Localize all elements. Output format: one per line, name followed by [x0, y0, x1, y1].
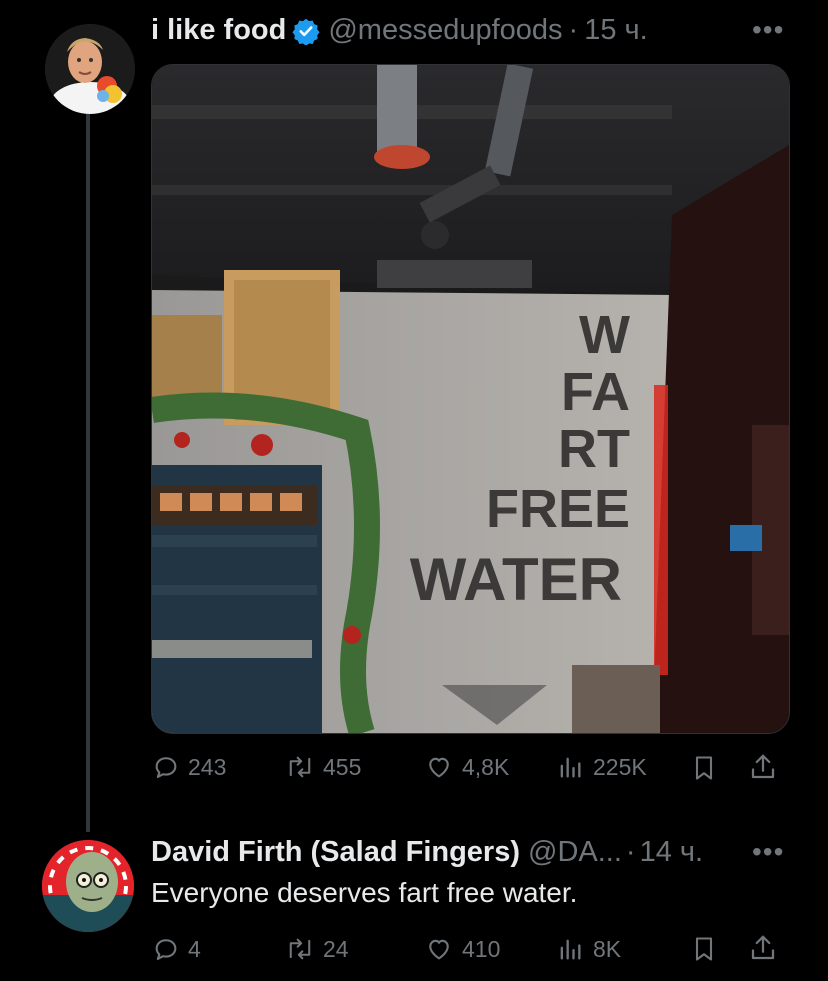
more-dots-icon[interactable]: ••• — [752, 836, 784, 868]
like-button[interactable]: 4,8K — [424, 753, 509, 781]
reply-header: David Firth (Salad Fingers) @DA... · 14 … — [151, 836, 703, 869]
heart-icon — [429, 939, 449, 960]
reply-count: 4 — [188, 935, 201, 962]
repost-arrows-icon — [289, 756, 311, 778]
share-upload-icon — [751, 935, 775, 960]
heart-icon — [429, 757, 449, 778]
views-button[interactable]: 8K — [555, 935, 621, 963]
reply-button[interactable]: 4 — [152, 935, 201, 963]
handle[interactable]: @DA... — [528, 836, 622, 869]
like-count: 410 — [462, 935, 501, 962]
reply-button[interactable]: 243 — [152, 753, 226, 781]
views-count: 8K — [593, 935, 622, 962]
avatar[interactable] — [42, 840, 134, 932]
display-name[interactable]: i like food — [151, 14, 286, 47]
separator-dot: · — [568, 14, 579, 46]
display-name[interactable]: David Firth (Salad Fingers) — [151, 836, 520, 869]
repost-arrows-icon — [289, 938, 311, 960]
sign-line-5: WATER — [410, 546, 622, 613]
share-button[interactable] — [748, 933, 786, 963]
repost-button[interactable]: 455 — [285, 753, 361, 781]
handle[interactable]: @messedupfoods — [328, 14, 562, 47]
bookmark-button[interactable] — [690, 753, 726, 783]
bookmark-button[interactable] — [690, 934, 726, 964]
tweet-header: i like food @messedupfoods · 15 ч. — [151, 14, 648, 47]
sign-line-2: FA — [561, 362, 630, 422]
like-button[interactable]: 410 — [424, 935, 500, 963]
repost-count: 24 — [323, 935, 349, 962]
thread-connector-line — [86, 114, 90, 832]
sign-line-1: W — [579, 305, 630, 365]
sign-line-3: RT — [558, 419, 630, 479]
salad-fingers-avatar-image — [42, 840, 134, 932]
views-bar-chart-icon — [560, 757, 581, 778]
reply-count: 243 — [188, 753, 227, 780]
repost-count: 455 — [323, 753, 362, 780]
reply-text: Everyone deserves fart free water. — [151, 877, 578, 908]
share-upload-icon — [751, 754, 775, 779]
bookmark-icon — [695, 756, 713, 780]
views-button[interactable]: 225K — [555, 753, 647, 781]
views-bar-chart-icon — [560, 939, 581, 960]
reply-bubble-icon — [155, 757, 177, 778]
reply-bubble-icon — [155, 939, 177, 960]
like-count: 4,8K — [462, 753, 510, 780]
sign-line-4: FREE — [486, 479, 630, 539]
restaurant-wall-photo: W FA RT FREE WATER — [152, 65, 789, 733]
chef-avatar-image — [45, 24, 135, 114]
more-dots-icon[interactable]: ••• — [752, 14, 784, 46]
verified-badge-icon — [292, 18, 320, 45]
share-button[interactable] — [748, 752, 786, 782]
separator-dot: · — [625, 836, 636, 868]
views-count: 225K — [593, 753, 647, 780]
tweet-media-image[interactable]: W FA RT FREE WATER — [151, 64, 790, 734]
timestamp[interactable]: 15 ч. — [584, 14, 647, 47]
bookmark-icon — [695, 937, 713, 961]
timestamp[interactable]: 14 ч. — [640, 836, 703, 869]
avatar[interactable] — [45, 24, 135, 114]
repost-button[interactable]: 24 — [285, 935, 349, 963]
